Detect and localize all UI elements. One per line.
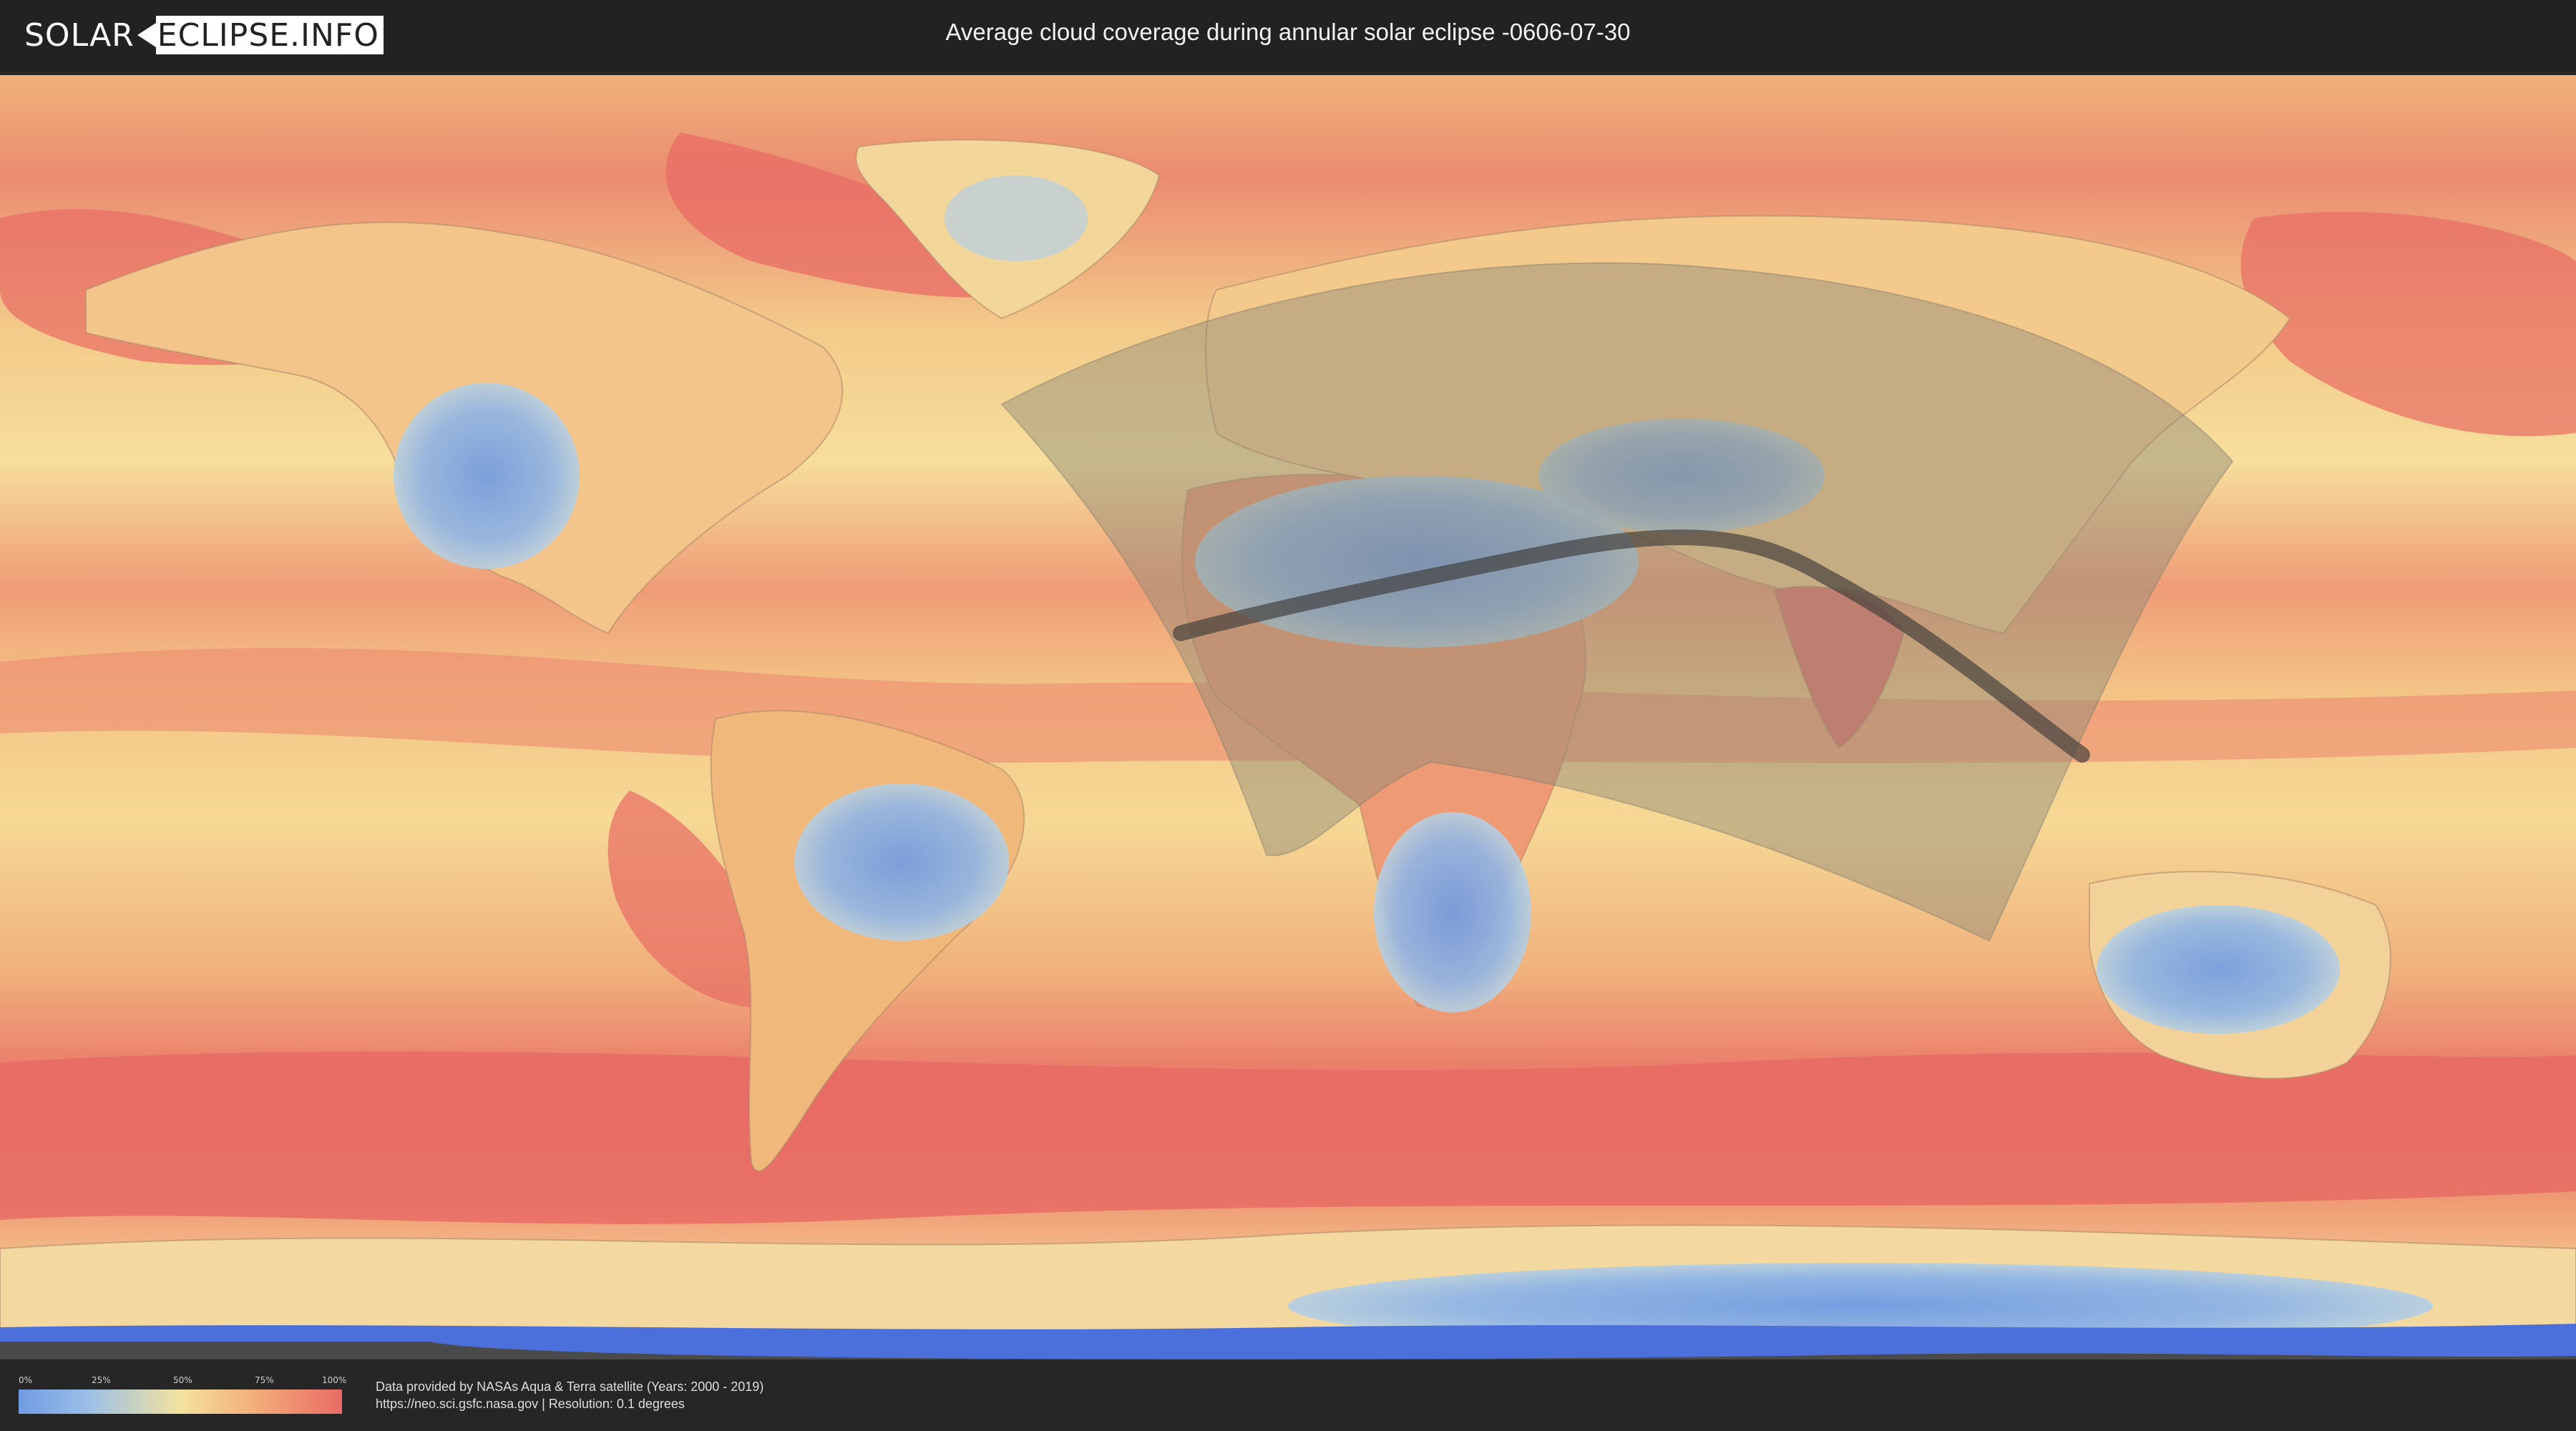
header-bar: SOLAR ECLIPSE.INFO Average cloud coverag… bbox=[0, 0, 2576, 72]
map-canvas bbox=[0, 75, 2576, 1359]
data-source-url[interactable]: https://neo.sci.gsfc.nasa.gov | Resoluti… bbox=[376, 1397, 685, 1412]
legend-tick-100: 100% bbox=[322, 1375, 347, 1385]
southern-ocean-cloud-band bbox=[0, 1051, 2576, 1224]
legend-tick-0: 0% bbox=[19, 1375, 33, 1385]
australia-clear-region bbox=[2097, 905, 2340, 1034]
western-usa-clear-region bbox=[394, 383, 580, 569]
brazil-clear-region bbox=[794, 783, 1009, 941]
southern-africa-clear-region bbox=[1374, 812, 1531, 1012]
data-credit-text: Data provided by NASAs Aqua & Terra sate… bbox=[376, 1379, 764, 1394]
legend-tick-50: 50% bbox=[173, 1375, 192, 1385]
cloud-coverage-legend-bar bbox=[19, 1390, 342, 1414]
legend-tick-75: 75% bbox=[255, 1375, 274, 1385]
footer-bar bbox=[0, 1359, 2576, 1431]
page-title: Average cloud coverage during annular so… bbox=[945, 19, 1631, 45]
legend-tick-labels: 0% 25% 50% 75% 100% bbox=[19, 1375, 346, 1387]
legend-tick-25: 25% bbox=[92, 1375, 111, 1385]
cloud-coverage-map[interactable] bbox=[0, 75, 2576, 1359]
greenland-clear-region bbox=[945, 175, 1088, 261]
